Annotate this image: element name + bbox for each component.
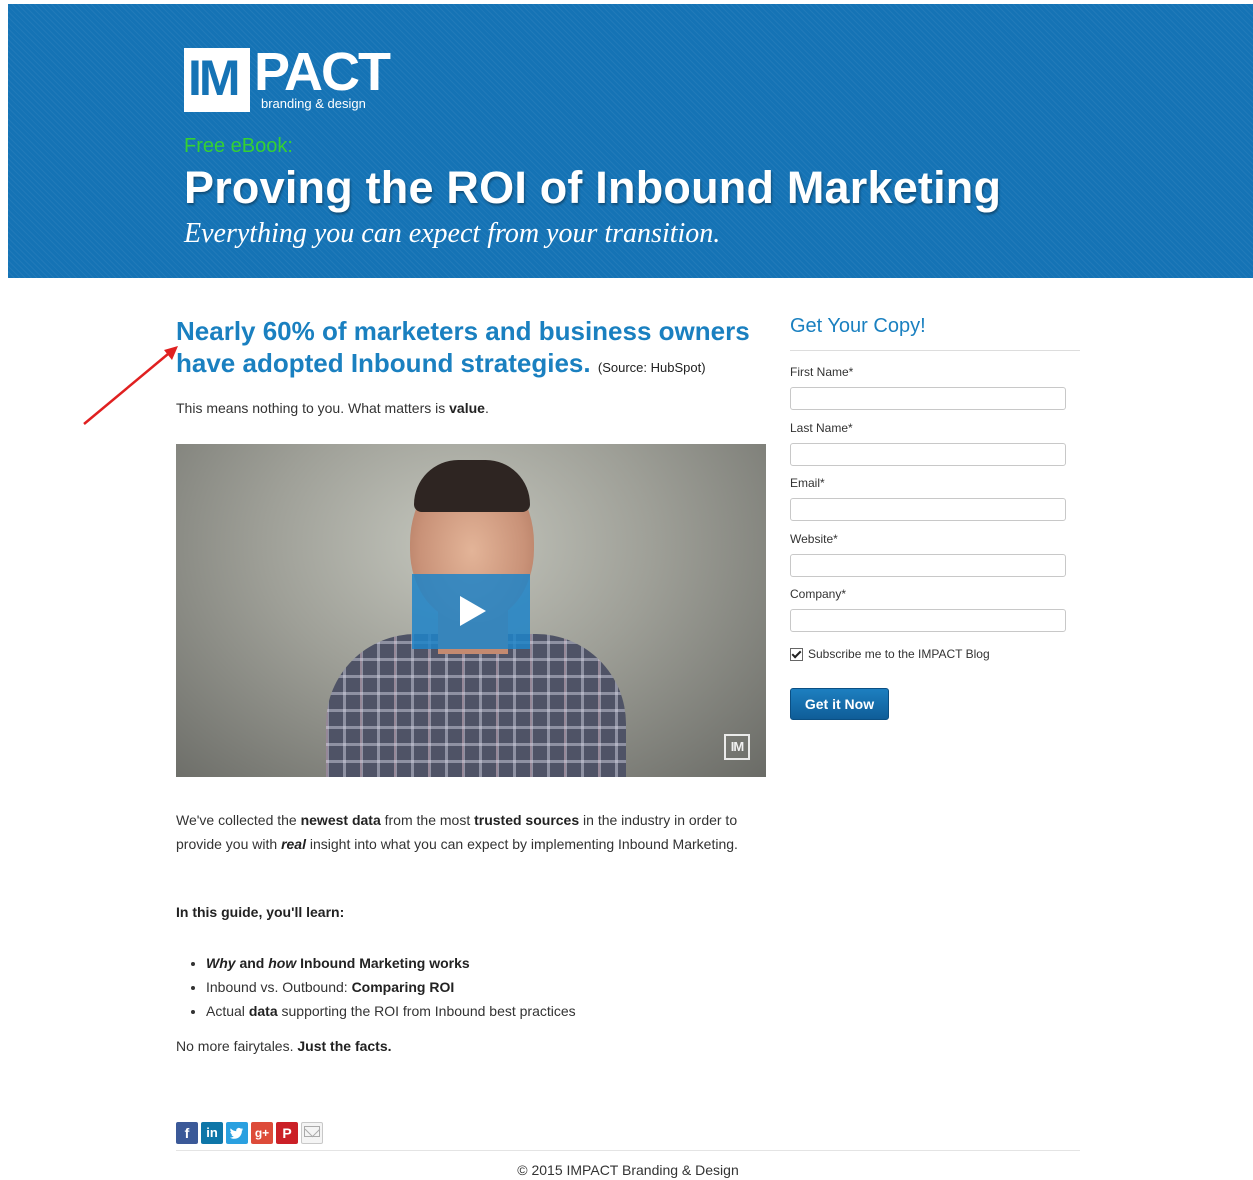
facebook-icon[interactable]: f — [176, 1122, 198, 1144]
headline-line-2: have adopted Inbound strategies. — [176, 348, 591, 378]
page-title: Proving the ROI of Inbound Marketing — [184, 162, 1002, 213]
main-headline: Nearly 60% of marketers and business own… — [176, 315, 796, 384]
impact-logo[interactable]: IM PACT branding & design — [184, 42, 404, 114]
play-icon — [460, 596, 486, 626]
pinterest-icon[interactable]: P — [276, 1122, 298, 1144]
website-field[interactable] — [790, 554, 1066, 577]
email-field[interactable] — [790, 498, 1066, 521]
footer-copyright: © 2015 IMPACT Branding & Design — [517, 1162, 739, 1178]
logo-wordmark: PACT — [254, 42, 391, 102]
annotation-arrow-icon — [83, 346, 178, 425]
list-item: Inbound vs. Outbound: Comparing ROI — [206, 975, 576, 999]
company-field[interactable] — [790, 609, 1066, 632]
video-watermark-icon: IM — [724, 734, 750, 760]
page-subtitle: Everything you can expect from your tran… — [184, 218, 721, 249]
headline-source: (Source: HubSpot) — [597, 360, 706, 375]
video-person-body — [326, 634, 626, 777]
video-player[interactable]: IM — [176, 444, 766, 777]
social-share-bar: f in g+ P — [176, 1122, 323, 1144]
guide-heading: In this guide, you'll learn: — [176, 904, 345, 920]
closing-bold: Just the facts. — [297, 1038, 392, 1054]
description-paragraph: We've collected the newest data from the… — [176, 812, 738, 852]
learning-list: Why and how Inbound Marketing works Inbo… — [176, 951, 576, 1023]
twitter-icon[interactable] — [226, 1122, 248, 1144]
logo-tagline: branding & design — [261, 96, 366, 111]
google-plus-icon[interactable]: g+ — [251, 1122, 273, 1144]
play-button[interactable] — [412, 574, 530, 649]
last-name-label: Last Name* — [790, 421, 853, 435]
hero-banner: IM PACT branding & design Free eBook: Pr… — [8, 4, 1253, 278]
first-name-field[interactable] — [790, 387, 1066, 410]
linkedin-icon[interactable]: in — [201, 1122, 223, 1144]
email-icon[interactable] — [301, 1122, 323, 1144]
subscribe-label: Subscribe me to the IMPACT Blog — [808, 647, 990, 661]
website-label: Website* — [790, 532, 838, 546]
headline-line-1: Nearly 60% of marketers and business own… — [176, 316, 750, 346]
subscribe-checkbox[interactable] — [790, 647, 803, 661]
footer-divider — [176, 1150, 1080, 1151]
form-divider — [790, 350, 1080, 351]
first-name-label: First Name* — [790, 365, 854, 379]
list-item: Actual data supporting the ROI from Inbo… — [206, 999, 576, 1023]
company-label: Company* — [790, 587, 847, 601]
get-it-now-button[interactable]: Get it Now — [790, 688, 889, 720]
ebook-kicker: Free eBook: — [184, 135, 293, 157]
email-label: Email* — [790, 476, 825, 490]
last-name-field[interactable] — [790, 443, 1066, 466]
form-title: Get Your Copy! — [790, 315, 926, 337]
intro-bold: value — [449, 400, 485, 416]
intro-text: This means nothing to you. What matters … — [176, 400, 489, 416]
logo-mark: IM — [184, 48, 250, 112]
subscribe-option[interactable]: Subscribe me to the IMPACT Blog — [790, 647, 990, 661]
list-item: Why and how Inbound Marketing works — [206, 951, 576, 975]
closing-text: No more fairytales. Just the facts. — [176, 1038, 392, 1054]
video-person-hair — [414, 460, 530, 512]
